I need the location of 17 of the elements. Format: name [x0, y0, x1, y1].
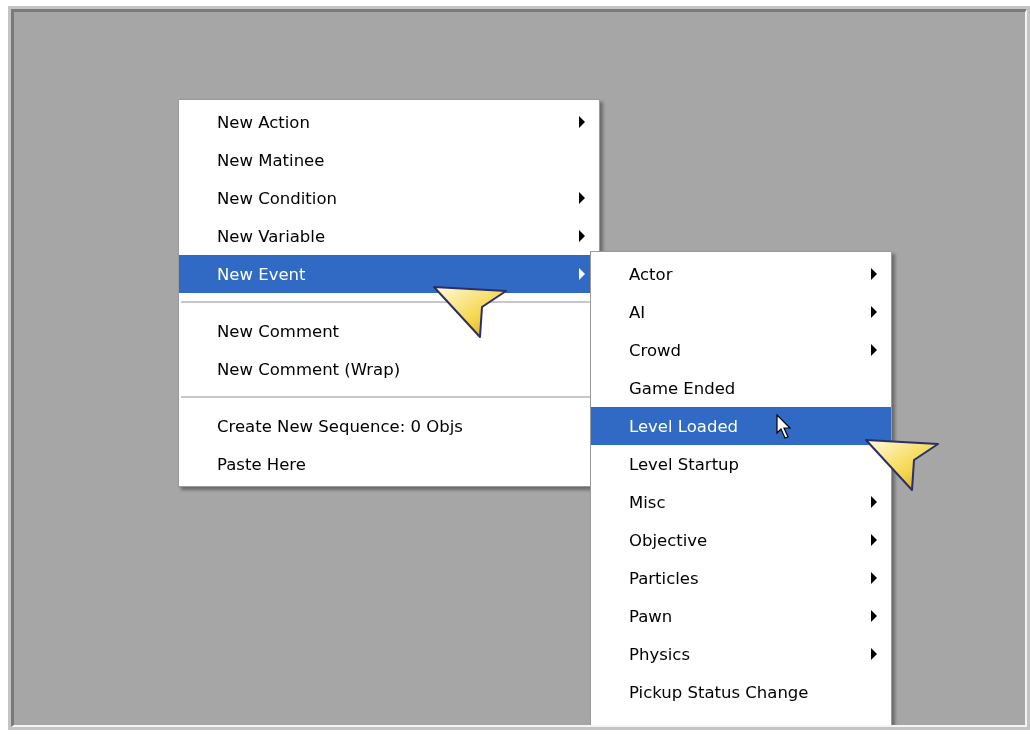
callout-arrow-icon [432, 283, 510, 341]
menu-item[interactable]: AI [591, 293, 891, 331]
menu-item[interactable]: Particles [591, 559, 891, 597]
menu-item[interactable]: New Condition [179, 179, 599, 217]
menu-item[interactable]: Objective [591, 521, 891, 559]
menu-item[interactable]: New Action [179, 103, 599, 141]
menu-item[interactable]: Level Loaded [591, 407, 891, 445]
menu-item[interactable]: Pickup Status Change [591, 673, 891, 711]
menu-item[interactable]: Crowd [591, 331, 891, 369]
mouse-pointer-icon [776, 414, 792, 440]
menu-item[interactable]: Misc [591, 483, 891, 521]
menu-item[interactable]: Pawn [591, 597, 891, 635]
menu-item[interactable]: New Variable [179, 217, 599, 255]
menu-item[interactable]: Physics [591, 635, 891, 673]
menu-item[interactable]: New Matinee [179, 141, 599, 179]
menu-item[interactable]: Game Ended [591, 369, 891, 407]
callout-arrow-icon [864, 436, 942, 494]
